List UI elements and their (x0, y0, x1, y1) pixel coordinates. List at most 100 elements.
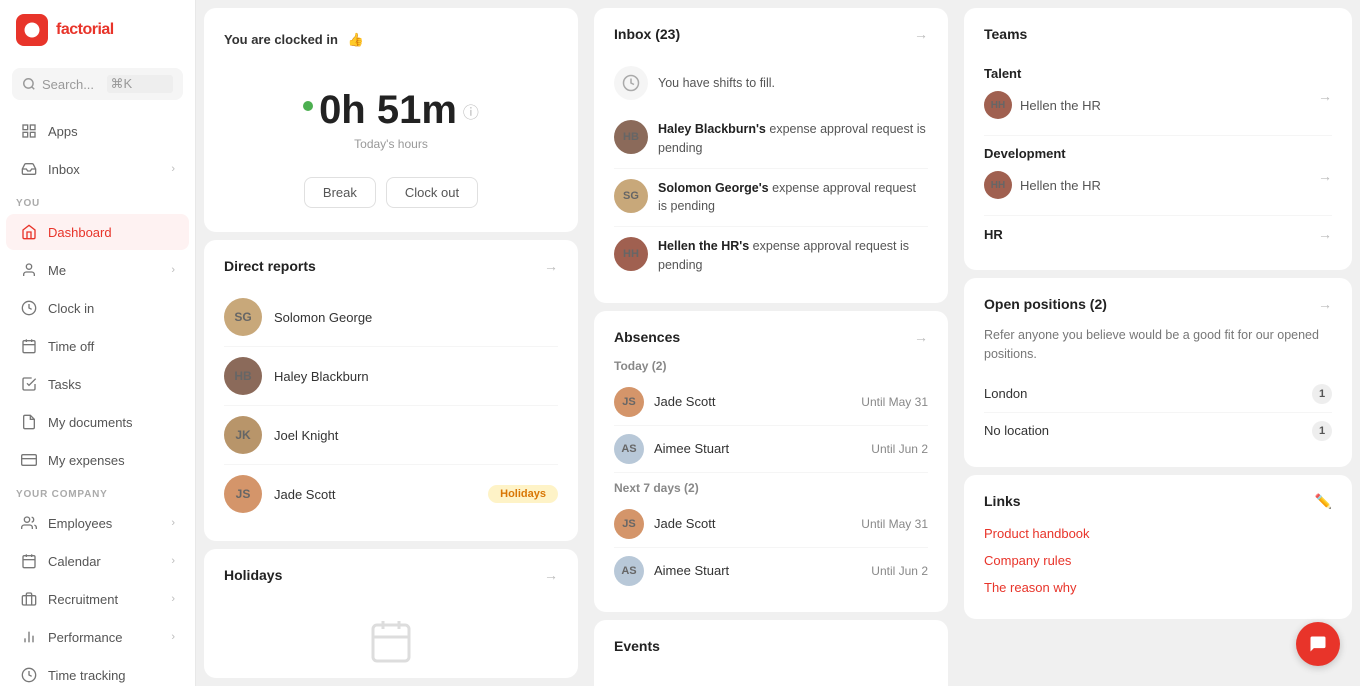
person-row-solomon[interactable]: SG Solomon George (224, 288, 558, 347)
absences-header: Absences → (614, 329, 928, 345)
chat-button[interactable] (1296, 622, 1340, 666)
sidebar-item-employees-label: Employees (48, 516, 112, 531)
teams-card: Teams Talent HH Hellen the HR → Developm… (964, 8, 1352, 270)
sidebar-item-time-off[interactable]: Time off (6, 328, 189, 364)
absences-card: Absences → Today (2) JS Jade Scott Until… (594, 311, 948, 612)
absence-avatar-aimee-next: AS (614, 556, 644, 586)
team-development-name: Development (984, 146, 1318, 161)
sidebar-item-recruitment[interactable]: Recruitment › (6, 581, 189, 617)
sidebar-item-tasks[interactable]: Tasks (6, 366, 189, 402)
sidebar-item-time-tracking[interactable]: Time tracking (6, 657, 189, 686)
absence-name-jade-today: Jade Scott (654, 394, 851, 409)
sidebar-item-clock-in[interactable]: Clock in (6, 290, 189, 326)
events-empty (614, 668, 928, 686)
teams-title: Teams (984, 26, 1027, 42)
recruitment-chevron: › (171, 593, 175, 605)
recruitment-icon (20, 590, 38, 608)
expenses-icon (20, 451, 38, 469)
position-count-no-location: 1 (1312, 421, 1332, 441)
sidebar-item-my-expenses[interactable]: My expenses (6, 442, 189, 478)
sidebar-item-tasks-label: Tasks (48, 377, 81, 392)
person-name-joel: Joel Knight (274, 428, 338, 443)
sidebar-item-apps[interactable]: Apps (6, 113, 189, 149)
inbox-icon (20, 160, 38, 178)
holidays-arrow[interactable]: → (544, 567, 558, 583)
absence-row-aimee-next[interactable]: AS Aimee Stuart Until Jun 2 (614, 548, 928, 594)
sidebar-item-performance-label: Performance (48, 630, 122, 645)
sidebar-item-inbox[interactable]: Inbox › (6, 151, 189, 187)
link-company-rules[interactable]: Company rules (984, 547, 1332, 574)
performance-icon (20, 628, 38, 646)
person-name-solomon: Solomon George (274, 310, 372, 325)
direct-reports-arrow[interactable]: → (544, 258, 558, 274)
sidebar-item-dashboard[interactable]: Dashboard (6, 214, 189, 250)
inbox-title: Inbox (23) (614, 26, 680, 42)
break-button[interactable]: Break (304, 177, 376, 208)
clock-time-container: 0h 51m ⓘ Today's hours (224, 68, 558, 161)
team-hr-arrow[interactable]: → (1318, 226, 1332, 242)
logo-text: factorial (56, 21, 114, 39)
team-development-arrow[interactable]: → (1318, 168, 1332, 184)
absence-row-aimee-today[interactable]: AS Aimee Stuart Until Jun 2 (614, 426, 928, 473)
search-icon (22, 77, 36, 91)
sidebar-item-calendar[interactable]: Calendar › (6, 543, 189, 579)
tasks-icon (20, 375, 38, 393)
links-header: Links ✏️ (984, 493, 1332, 510)
clock-info-icon: ⓘ (463, 99, 479, 123)
team-row-development: Development HH Hellen the HR → (984, 136, 1332, 216)
inbox-text-hellen: Hellen the HR's expense approval request… (658, 237, 928, 275)
sidebar-item-employees[interactable]: Employees › (6, 505, 189, 541)
inbox-avatar-hellen: HH (614, 237, 648, 271)
team-development-info: Development HH Hellen the HR (984, 146, 1318, 205)
sidebar-item-my-documents[interactable]: My documents (6, 404, 189, 440)
absences-arrow[interactable]: → (914, 329, 928, 345)
search-placeholder: Search... (42, 77, 101, 92)
employees-icon (20, 514, 38, 532)
grid-icon (20, 122, 38, 140)
holidays-title: Holidays (224, 567, 282, 583)
position-row-london[interactable]: London 1 (984, 376, 1332, 413)
absence-row-jade-today[interactable]: JS Jade Scott Until May 31 (614, 379, 928, 426)
absence-avatar-jade-today: JS (614, 387, 644, 417)
absence-avatar-jade-next: JS (614, 509, 644, 539)
search-box[interactable]: Search... ⌘K (12, 68, 183, 100)
sidebar-item-dashboard-label: Dashboard (48, 225, 112, 240)
absences-title: Absences (614, 329, 680, 345)
position-row-no-location[interactable]: No location 1 (984, 413, 1332, 449)
avatar-jade: JS (224, 475, 262, 513)
clock-out-button[interactable]: Clock out (386, 177, 478, 208)
teams-header: Teams (984, 26, 1332, 42)
sidebar-item-inbox-label: Inbox (48, 162, 80, 177)
sidebar-item-me[interactable]: Me › (6, 252, 189, 288)
person-row-haley[interactable]: HB Haley Blackburn (224, 347, 558, 406)
inbox-shift-text: You have shifts to fill. (658, 74, 775, 93)
performance-chevron: › (171, 631, 175, 643)
team-talent-avatar: HH (984, 91, 1012, 119)
absence-name-aimee-today: Aimee Stuart (654, 441, 861, 456)
sidebar-item-calendar-label: Calendar (48, 554, 101, 569)
sidebar-item-time-tracking-label: Time tracking (48, 668, 126, 683)
person-row-jade[interactable]: JS Jade Scott Holidays (224, 465, 558, 523)
inbox-item-hellen[interactable]: HH Hellen the HR's expense approval requ… (614, 227, 928, 285)
sidebar-item-performance[interactable]: Performance › (6, 619, 189, 655)
absence-avatar-aimee-today: AS (614, 434, 644, 464)
inbox-arrow[interactable]: → (914, 26, 928, 42)
inbox-card: Inbox (23) → You have shifts to fill. HB… (594, 8, 948, 303)
inbox-item-haley[interactable]: HB Haley Blackburn's expense approval re… (614, 110, 928, 169)
person-row-joel[interactable]: JK Joel Knight (224, 406, 558, 465)
section-you-label: YOU (0, 188, 195, 213)
clock-emoji: 👍 (348, 32, 364, 47)
team-talent-arrow[interactable]: → (1318, 88, 1332, 104)
home-icon (20, 223, 38, 241)
link-product-handbook[interactable]: Product handbook (984, 520, 1332, 547)
links-edit-icon[interactable]: ✏️ (1315, 493, 1332, 510)
inbox-header: Inbox (23) → (614, 26, 928, 42)
open-positions-arrow[interactable]: → (1318, 296, 1332, 312)
avatar-solomon: SG (224, 298, 262, 336)
inbox-item-shift[interactable]: You have shifts to fill. (614, 56, 928, 110)
sidebar: factorial Search... ⌘K Apps Inbox › YOU … (0, 0, 196, 686)
absence-row-jade-next[interactable]: JS Jade Scott Until May 31 (614, 501, 928, 548)
inbox-item-solomon[interactable]: SG Solomon George's expense approval req… (614, 169, 928, 228)
link-reason-why[interactable]: The reason why (984, 574, 1332, 601)
positions-description: Refer anyone you believe would be a good… (984, 326, 1332, 364)
